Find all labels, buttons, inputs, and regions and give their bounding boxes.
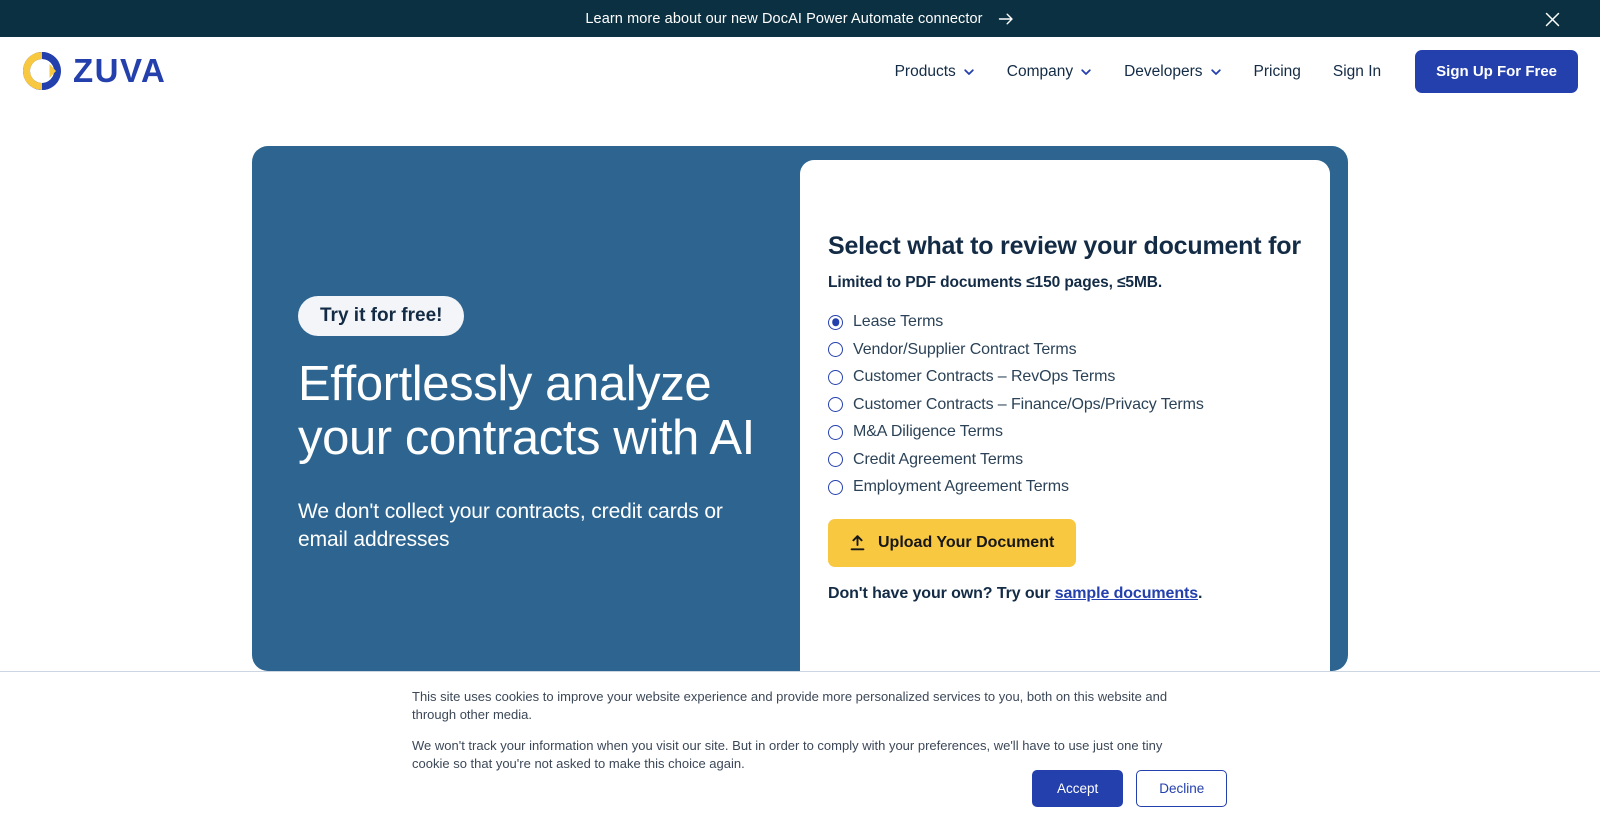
radio-option-label: Customer Contracts – Finance/Ops/Privacy…: [853, 395, 1204, 413]
sample-documents-line: Don't have your own? Try our sample docu…: [828, 585, 1302, 603]
announcement-bar: Learn more about our new DocAI Power Aut…: [0, 0, 1600, 37]
upload-icon: [850, 535, 865, 551]
nav-item-sign-in[interactable]: Sign In: [1317, 63, 1397, 81]
radio-option-label: Credit Agreement Terms: [853, 450, 1024, 468]
radio-option-employment-agreement-terms[interactable]: Employment Agreement Terms: [828, 478, 1302, 496]
radio-option-ma-diligence-terms[interactable]: M&A Diligence Terms: [828, 423, 1302, 441]
radio-button-icon[interactable]: [828, 397, 843, 412]
radio-option-label: Employment Agreement Terms: [853, 478, 1069, 495]
radio-option-lease-terms[interactable]: Lease Terms: [828, 313, 1302, 331]
cookie-paragraph-1: This site uses cookies to improve your w…: [412, 689, 1168, 722]
radio-option-customer-contracts-revops-terms[interactable]: Customer Contracts – RevOps Terms: [828, 368, 1302, 386]
upload-your-document-button[interactable]: Upload Your Document: [828, 519, 1077, 567]
card-subtitle: Limited to PDF documents ≤150 pages, ≤5M…: [828, 274, 1163, 291]
radio-button-icon[interactable]: [828, 369, 843, 385]
sample-prefix-text: Don't have your own? Try our: [828, 585, 1055, 602]
accept-cookies-button[interactable]: Accept: [1032, 770, 1124, 807]
hero-title: Effortlessly analyze your contracts with…: [298, 357, 755, 465]
nav-item-pricing[interactable]: Pricing: [1238, 63, 1317, 81]
logo-home-link[interactable]: ZUVA: [22, 51, 166, 91]
radio-option-customer-contracts-finance-ops-privacy-terms[interactable]: Customer Contracts – Finance/Ops/Privacy…: [828, 396, 1302, 414]
nav-item-developers-label: Developers: [1124, 62, 1203, 80]
radio-option-label: M&A Diligence Terms: [853, 423, 1003, 440]
cookie-paragraph-2: We won't track your information when you…: [412, 737, 1163, 771]
site-header: ZUVA Products Company Developers Pricing…: [0, 37, 1600, 106]
radio-option-credit-agreement-terms[interactable]: Credit Agreement Terms: [828, 451, 1302, 469]
hero-subtitle: We don't collect your contracts, credit …: [298, 499, 723, 551]
logo-wordmark: ZUVA: [73, 51, 167, 89]
radio-button-icon[interactable]: [828, 424, 843, 440]
nav-item-products[interactable]: Products: [879, 63, 991, 81]
chevron-down-icon: [1210, 66, 1222, 78]
cookie-consent-banner: This site uses cookies to improve your w…: [0, 671, 1600, 834]
nav-item-developers[interactable]: Developers: [1108, 63, 1237, 81]
radio-option-label: Customer Contracts – RevOps Terms: [853, 368, 1116, 385]
chevron-down-icon: [963, 66, 975, 78]
review-type-radio-group: Lease Terms Vendor/Supplier Contract Ter…: [828, 313, 1302, 496]
document-review-card: Select what to review your document for …: [800, 160, 1330, 671]
try-it-for-free-badge[interactable]: Try it for free!: [298, 296, 465, 336]
announcement-link[interactable]: Learn more about our new DocAI Power Aut…: [585, 10, 1014, 28]
radio-button-icon[interactable]: [828, 452, 843, 467]
nav-item-company[interactable]: Company: [991, 63, 1108, 81]
nav-item-products-label: Products: [894, 62, 956, 80]
nav-item-pricing-label: Pricing: [1253, 62, 1301, 80]
sample-suffix-text: .: [1198, 585, 1203, 602]
radio-button-icon[interactable]: [828, 342, 843, 357]
main-navigation: Products Company Developers Pricing Sign…: [879, 37, 1578, 106]
card-title: Select what to review your document for: [828, 232, 1301, 260]
radio-button-icon[interactable]: [828, 479, 843, 495]
nav-item-company-label: Company: [1006, 62, 1074, 80]
radio-button-icon[interactable]: [828, 314, 843, 330]
chevron-down-icon: [1080, 66, 1092, 78]
zuva-circle-logo-icon: [22, 51, 62, 91]
close-icon[interactable]: [1542, 9, 1562, 29]
hero-content: Try it for free! Effortlessly analyze yo…: [298, 296, 758, 554]
radio-option-vendor-supplier-contract-terms[interactable]: Vendor/Supplier Contract Terms: [828, 341, 1302, 359]
arrow-right-icon: [997, 10, 1015, 28]
sign-up-for-free-button[interactable]: Sign Up For Free: [1415, 50, 1578, 93]
cookie-banner-text: This site uses cookies to improve your w…: [412, 688, 1192, 773]
nav-item-sign-in-label: Sign In: [1332, 62, 1382, 80]
sample-documents-link[interactable]: sample documents: [1055, 585, 1198, 602]
decline-cookies-button[interactable]: Decline: [1136, 770, 1228, 807]
upload-button-label: Upload Your Document: [878, 534, 1055, 551]
announcement-text: Learn more about our new DocAI Power Aut…: [585, 10, 983, 27]
radio-option-label: Vendor/Supplier Contract Terms: [853, 340, 1077, 358]
cookie-banner-actions: Accept Decline: [1032, 770, 1228, 807]
radio-option-label: Lease Terms: [853, 313, 944, 330]
hero-panel: Try it for free! Effortlessly analyze yo…: [252, 146, 1348, 671]
